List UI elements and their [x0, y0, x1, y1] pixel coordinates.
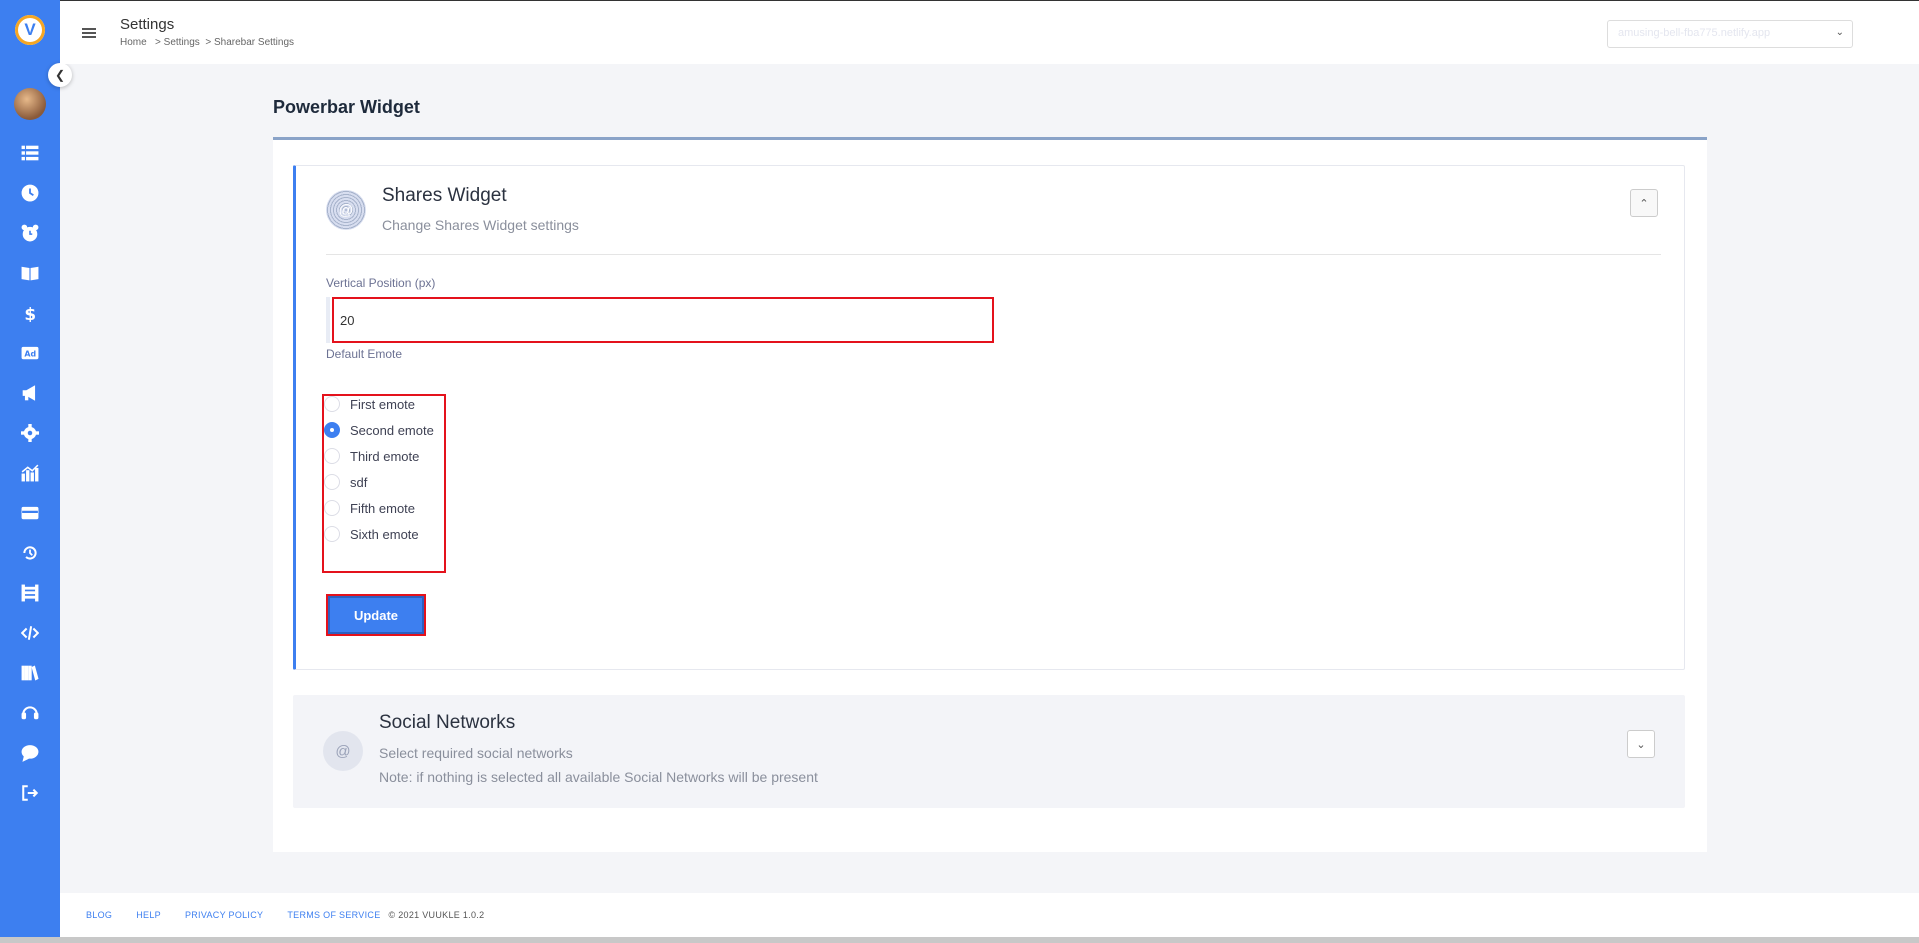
- default-emote-label: Default Emote: [326, 347, 403, 361]
- input-prefix-bar: [326, 297, 330, 343]
- footer-privacy-link[interactable]: PRIVACY POLICY: [185, 910, 263, 920]
- analytics-icon[interactable]: [18, 461, 42, 485]
- credit-card-icon[interactable]: [18, 501, 42, 525]
- abacus-icon[interactable]: [18, 581, 42, 605]
- emote-option-sixth[interactable]: Sixth emote: [324, 524, 419, 544]
- breadcrumb-home[interactable]: Home: [120, 37, 147, 48]
- main-card: @ Shares Widget Change Shares Widget set…: [273, 140, 1707, 852]
- list-icon[interactable]: [18, 141, 42, 165]
- section-heading: Powerbar Widget: [273, 97, 420, 117]
- headset-icon[interactable]: [18, 701, 42, 725]
- footer-terms-link[interactable]: TERMS OF SERVICE: [287, 910, 380, 920]
- emote-option-fourth[interactable]: sdf: [324, 472, 367, 492]
- emote-option-label: First emote: [350, 396, 416, 412]
- clock-icon[interactable]: [18, 181, 42, 205]
- at-icon: @: [323, 731, 363, 771]
- footer-blog-link[interactable]: BLOG: [86, 910, 112, 920]
- shares-widget-subtitle: Change Shares Widget settings: [382, 217, 579, 233]
- update-button[interactable]: Update: [326, 594, 426, 636]
- book-icon[interactable]: [18, 261, 42, 285]
- emote-option-label: Third emote: [350, 448, 420, 464]
- emote-option-fifth[interactable]: Fifth emote: [324, 498, 415, 518]
- emote-option-third[interactable]: Third emote: [324, 446, 419, 466]
- breadcrumb: Home > Settings > Sharebar Settings: [120, 37, 294, 48]
- svg-text:Ad: Ad: [24, 349, 36, 358]
- history-icon[interactable]: [18, 541, 42, 565]
- logout-icon[interactable]: [18, 781, 42, 805]
- breadcrumb-sharebar-settings: > Sharebar Settings: [205, 37, 295, 48]
- chat-icon[interactable]: [18, 741, 42, 765]
- vertical-position-input[interactable]: [332, 297, 994, 343]
- library-icon[interactable]: [18, 661, 42, 685]
- radio-button[interactable]: [324, 396, 340, 412]
- footer: BLOG HELP PRIVACY POLICY TERMS OF SERVIC…: [60, 893, 1919, 937]
- radio-button[interactable]: [324, 474, 340, 490]
- emote-option-first[interactable]: First emote: [324, 394, 415, 414]
- dollar-icon[interactable]: $: [18, 301, 42, 325]
- ad-icon[interactable]: Ad: [18, 341, 42, 365]
- divider: [326, 254, 1661, 255]
- collapse-sidebar-button[interactable]: ❮: [48, 63, 72, 87]
- social-networks-note: Note: if nothing is selected all availab…: [379, 769, 818, 785]
- radio-button[interactable]: [324, 526, 340, 542]
- radio-button-selected[interactable]: [324, 422, 340, 438]
- radio-button[interactable]: [324, 500, 340, 516]
- emote-radio-group: First emote Second emote Third emote sdf…: [322, 394, 446, 573]
- social-networks-panel: @ Social Networks Select required social…: [293, 695, 1685, 808]
- page-title: Settings: [120, 16, 175, 33]
- footer-help-link[interactable]: HELP: [136, 910, 161, 920]
- chevron-down-icon: ⌄: [1636, 738, 1646, 751]
- expand-social-networks-button[interactable]: ⌄: [1627, 730, 1655, 758]
- svg-text:$: $: [24, 304, 36, 322]
- chevron-left-icon: ❮: [54, 68, 66, 82]
- top-bar: Settings Home > Settings > Sharebar Sett…: [60, 0, 1919, 64]
- breadcrumb-settings[interactable]: > Settings: [155, 37, 200, 48]
- megaphone-icon[interactable]: [18, 381, 42, 405]
- site-select-value: amusing-bell-fba775.netlify.app: [1618, 27, 1771, 39]
- user-avatar[interactable]: [14, 88, 46, 120]
- alarm-icon[interactable]: [18, 221, 42, 245]
- site-select[interactable]: amusing-bell-fba775.netlify.app ⌄: [1607, 20, 1853, 48]
- shares-widget-title: Shares Widget: [382, 185, 507, 206]
- chevron-up-icon: ⌃: [1639, 197, 1649, 210]
- emote-option-label: Sixth emote: [350, 526, 419, 542]
- code-icon[interactable]: [18, 621, 42, 645]
- gear-icon[interactable]: [18, 421, 42, 445]
- emote-option-label: Fifth emote: [350, 500, 416, 516]
- collapse-shares-widget-button[interactable]: ⌃: [1630, 189, 1658, 217]
- menu-icon[interactable]: [82, 28, 96, 38]
- social-networks-title: Social Networks: [379, 712, 516, 733]
- horizontal-scrollbar[interactable]: [0, 937, 1919, 943]
- at-icon: @: [326, 190, 366, 230]
- shares-widget-panel: @ Shares Widget Change Shares Widget set…: [293, 165, 1685, 670]
- emote-option-label: sdf: [350, 474, 368, 490]
- emote-option-second[interactable]: Second emote: [324, 420, 434, 440]
- sidebar: V $ Ad: [0, 0, 60, 943]
- vuukle-logo[interactable]: V: [15, 15, 45, 45]
- radio-button[interactable]: [324, 448, 340, 464]
- footer-copyright: © 2021 VUUKLE 1.0.2: [388, 910, 485, 920]
- social-networks-subtitle: Select required social networks: [379, 745, 573, 761]
- emote-option-label: Second emote: [350, 422, 434, 438]
- vertical-position-label: Vertical Position (px): [326, 276, 436, 290]
- chevron-down-icon: ⌄: [1835, 27, 1844, 38]
